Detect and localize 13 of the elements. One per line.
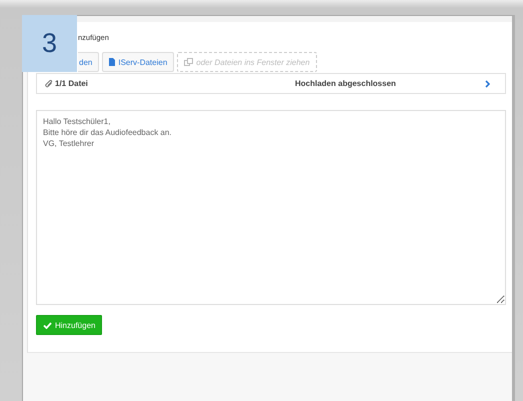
step-number: 3 — [42, 28, 58, 59]
file-count: 1/1 Datei — [55, 79, 88, 88]
add-button[interactable]: Hinzufügen — [36, 315, 102, 335]
check-icon — [43, 322, 52, 328]
upload-button[interactable]: den — [78, 52, 100, 72]
file-status-bar[interactable]: 1/1 Datei Hochladen abgeschlossen — [36, 73, 506, 94]
iserv-files-button[interactable]: IServ-Dateien — [102, 52, 174, 72]
document-icon — [109, 58, 116, 66]
chevron-right-icon — [485, 80, 490, 88]
paperclip-icon — [45, 80, 53, 88]
upload-status: Hochladen abgeschlossen — [295, 79, 397, 88]
message-field[interactable]: Hallo Testschüler1, Bitte höre dir das Audiofeedback an. VG, Testlehrer — [36, 110, 506, 305]
copy-icon — [184, 58, 194, 66]
